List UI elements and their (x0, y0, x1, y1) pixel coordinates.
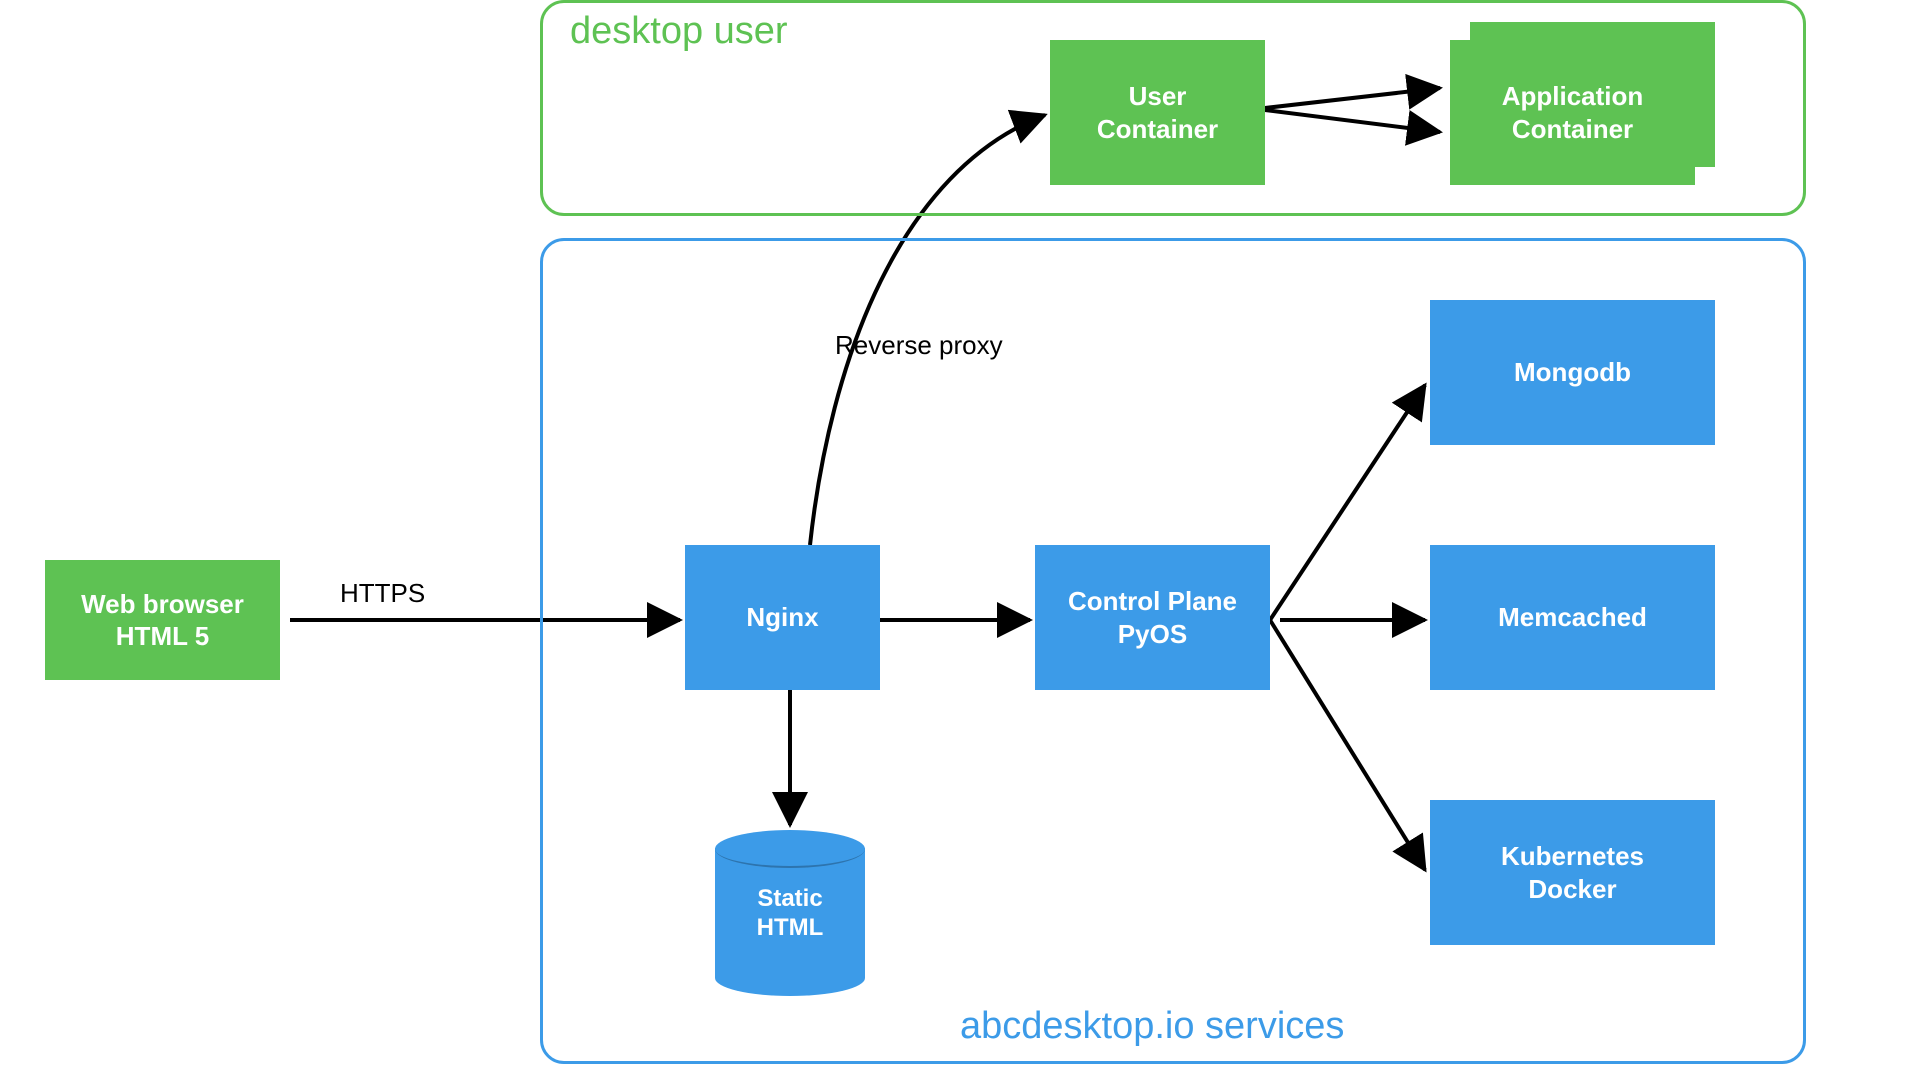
node-user-container: User Container (1050, 40, 1265, 185)
architecture-diagram: desktop user abcdesktop.io services Web … (0, 0, 1920, 1080)
edge-label-reverse-proxy: Reverse proxy (835, 330, 1003, 361)
node-control-plane: Control Plane PyOS (1035, 545, 1270, 690)
group-desktop-user-title: desktop user (570, 10, 788, 53)
edge-label-https: HTTPS (340, 578, 425, 609)
node-k8s-docker: Kubernetes Docker (1430, 800, 1715, 945)
node-app-container: Application Container (1450, 40, 1695, 185)
node-static-html-label: Static HTML (715, 885, 865, 943)
node-nginx: Nginx (685, 545, 880, 690)
group-services-title: abcdesktop.io services (960, 1005, 1344, 1048)
node-mongodb: Mongodb (1430, 300, 1715, 445)
node-memcached: Memcached (1430, 545, 1715, 690)
node-web-browser: Web browser HTML 5 (45, 560, 280, 680)
